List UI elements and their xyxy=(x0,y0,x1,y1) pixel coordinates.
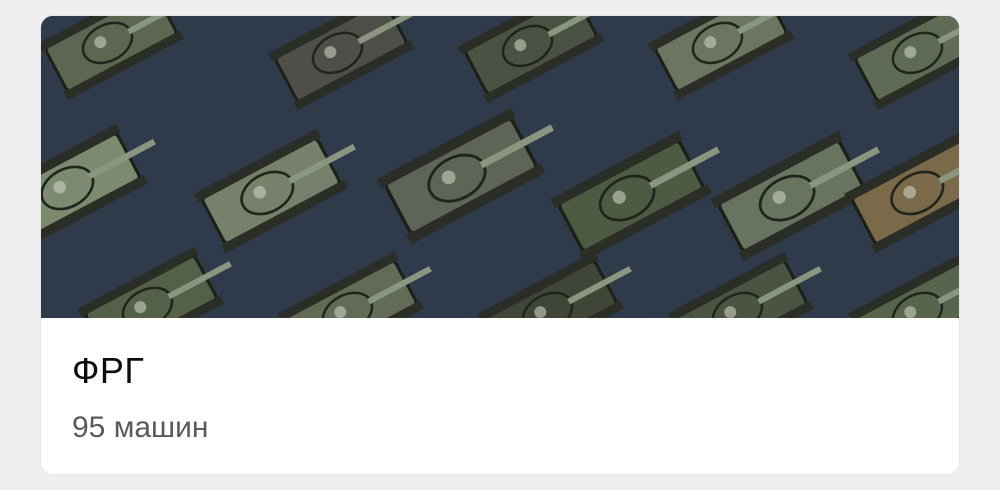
nation-banner-image xyxy=(41,16,959,318)
vehicle-count: 95 машин xyxy=(72,411,209,444)
nation-card-frg[interactable]: ФРГ 95 машин xyxy=(41,16,959,474)
nation-title: ФРГ xyxy=(72,350,145,391)
